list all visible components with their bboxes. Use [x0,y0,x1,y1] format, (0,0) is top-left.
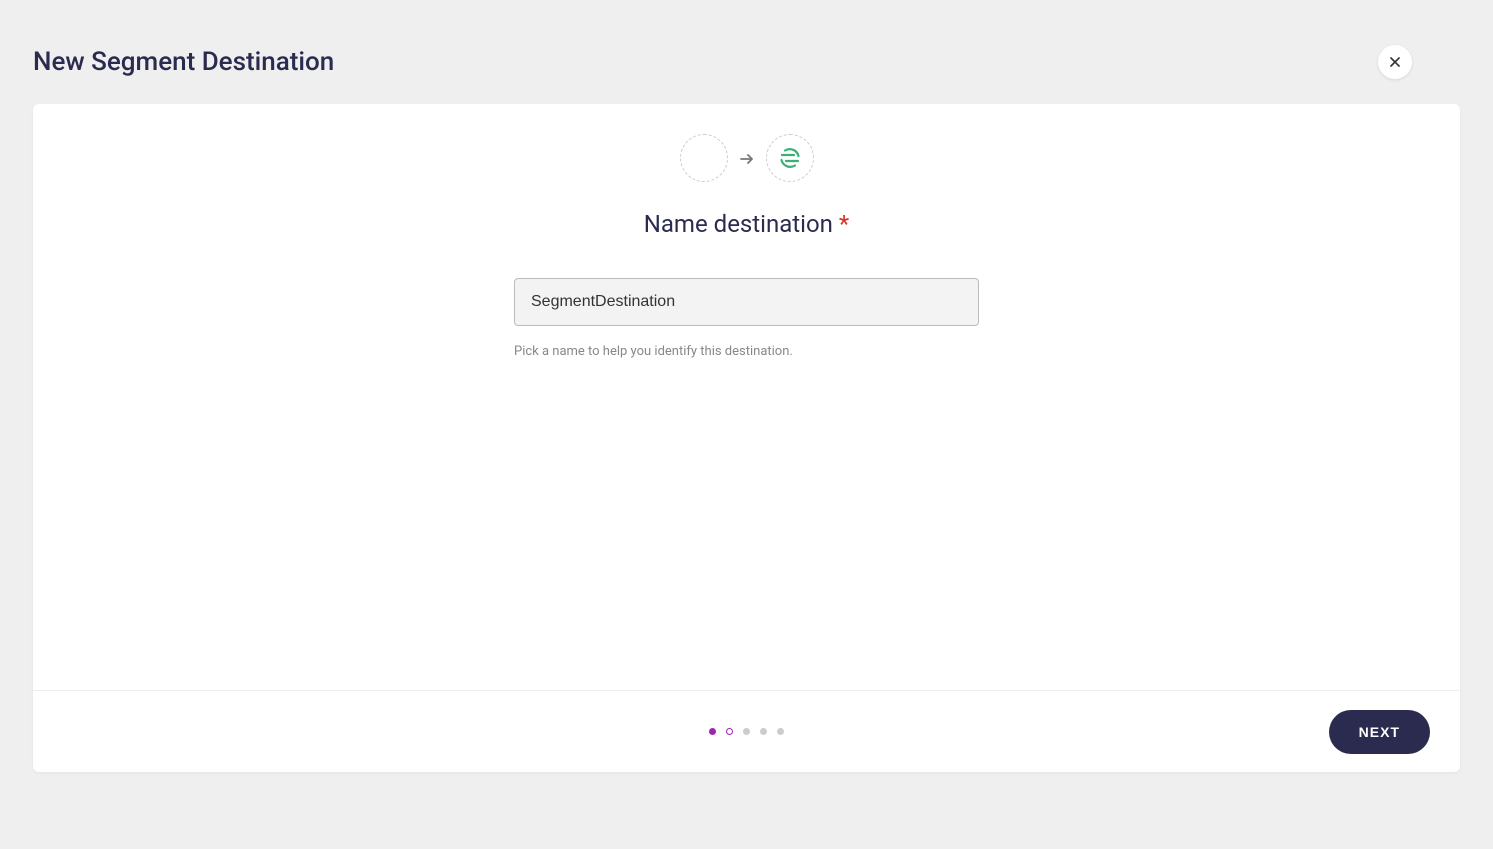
source-placeholder-icon [680,134,728,182]
card-footer: NEXT [33,690,1460,772]
arrow-right-icon [740,149,754,168]
helper-text: Pick a name to help you identify this de… [514,344,979,359]
close-button[interactable] [1378,45,1412,79]
form-label: Name destination * [644,210,849,238]
close-icon [1387,54,1403,70]
step-dot-1 [709,728,716,735]
card-body: Name destination * Pick a name to help y… [33,104,1460,690]
step-dot-4 [760,728,767,735]
page-header: New Segment Destination [0,0,1493,104]
required-indicator: * [839,210,849,238]
step-dot-5 [777,728,784,735]
page-title: New Segment Destination [33,47,334,77]
form-label-text: Name destination [644,210,833,238]
wizard-card: Name destination * Pick a name to help y… [33,104,1460,772]
next-button[interactable]: NEXT [1329,710,1430,754]
flow-icon-row [680,134,814,182]
segment-destination-icon [766,134,814,182]
step-dot-3 [743,728,750,735]
step-indicator [709,728,784,735]
destination-name-input[interactable] [514,278,979,326]
step-dot-2 [726,728,733,735]
